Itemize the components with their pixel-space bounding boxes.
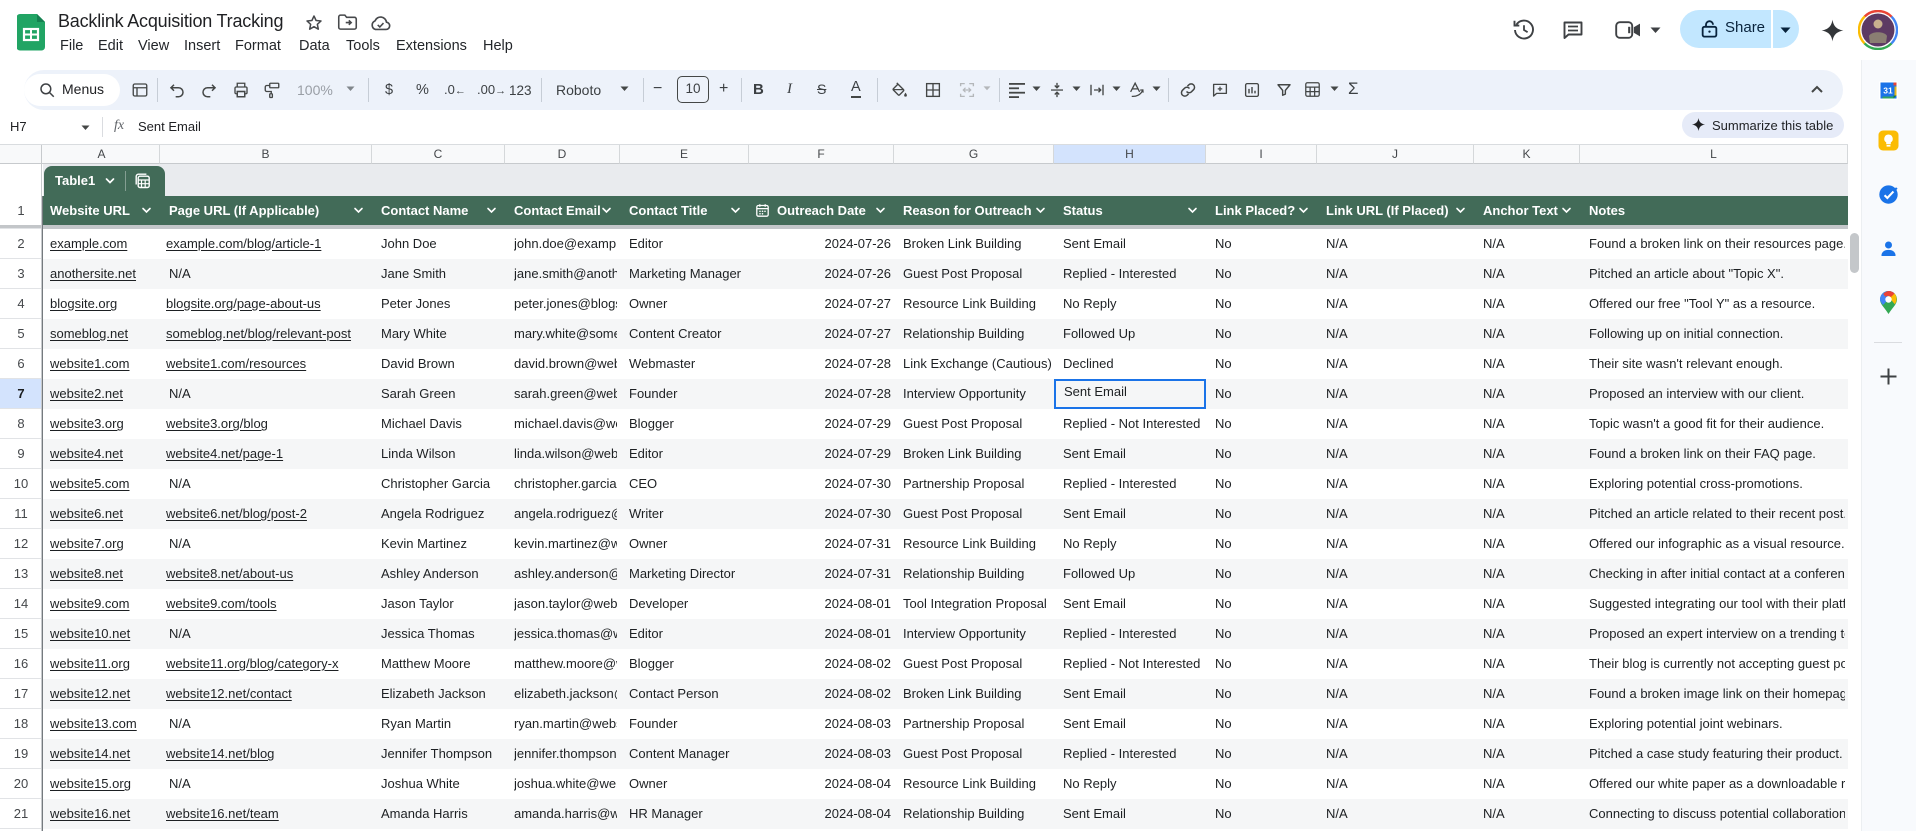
svg-text:31: 31 [1883, 86, 1893, 96]
